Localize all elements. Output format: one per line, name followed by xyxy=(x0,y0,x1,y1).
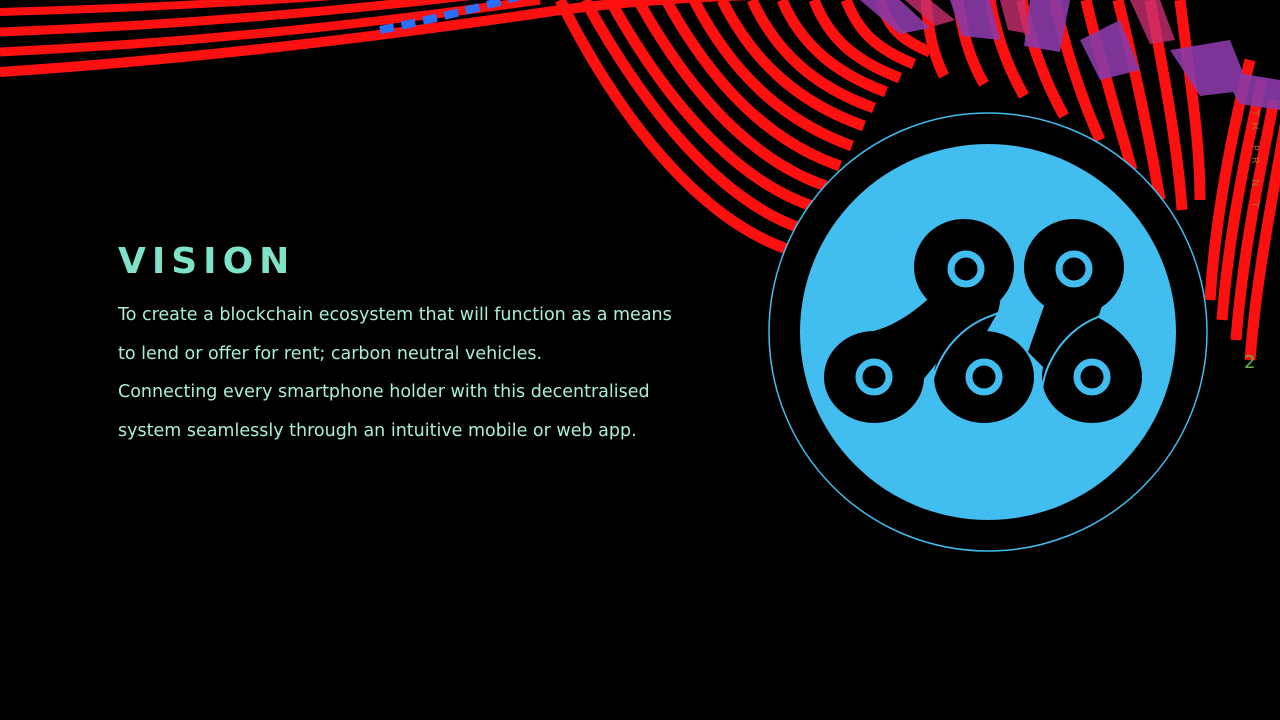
side-vertical-text: TH PR N T xyxy=(1249,110,1260,214)
vision-paragraph-1: To create a blockchain ecosystem that wi… xyxy=(118,305,672,364)
page-number: 2 xyxy=(1244,352,1256,373)
vision-statement: To create a blockchain ecosystem that wi… xyxy=(118,296,678,450)
logo xyxy=(768,112,1208,552)
slide-title: VISION xyxy=(118,241,296,282)
vision-paragraph-2: Connecting every smartphone holder with … xyxy=(118,382,650,441)
slide: VISION To create a blockchain ecosystem … xyxy=(0,0,1280,720)
